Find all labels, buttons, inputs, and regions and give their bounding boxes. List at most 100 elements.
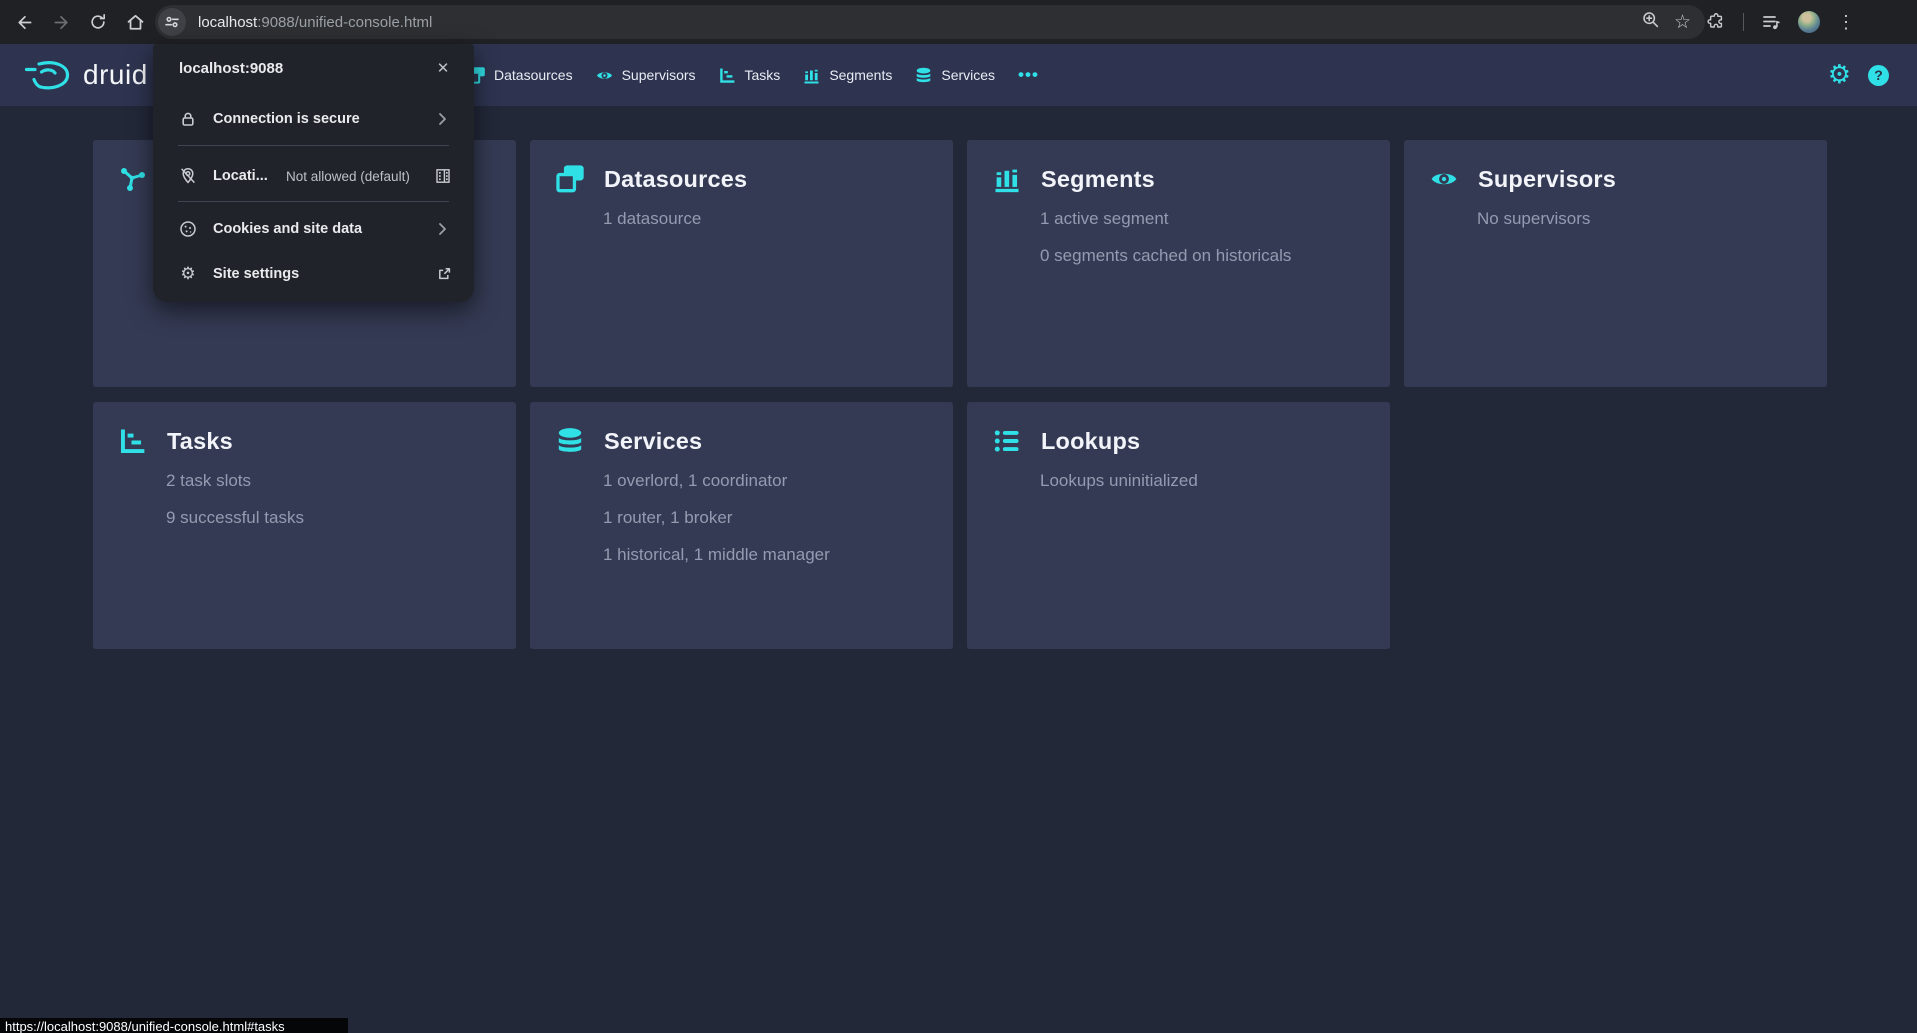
- nav-label: Datasources: [494, 67, 573, 83]
- cookie-icon: [179, 220, 197, 238]
- zoom-button[interactable]: [1641, 10, 1660, 34]
- nav-item-tasks[interactable]: Tasks: [719, 67, 781, 84]
- status-icon: [119, 165, 147, 193]
- lock-icon: [179, 110, 197, 128]
- help-button[interactable]: ?: [1868, 65, 1889, 86]
- browser-toolbar: localhost:9088/unified-console.html ☆ ⋮: [0, 0, 1917, 44]
- nav-item-segments[interactable]: Segments: [803, 67, 892, 84]
- nav-item-datasources[interactable]: Datasources: [468, 67, 573, 84]
- nav-item-supervisors[interactable]: Supervisors: [596, 67, 696, 84]
- supervisors-icon: [596, 67, 613, 84]
- nav-label: Supervisors: [622, 67, 696, 83]
- card-stat: 1 datasource: [603, 209, 927, 229]
- tune-icon: [164, 14, 180, 30]
- popup-divider: [178, 201, 449, 202]
- card-stat: 1 historical, 1 middle manager: [603, 545, 927, 565]
- card-segments[interactable]: Segments 1 active segment 0 segments cac…: [967, 140, 1390, 387]
- chevron-right-icon: [438, 222, 448, 236]
- card-datasources[interactable]: Datasources 1 datasource: [530, 140, 953, 387]
- gear-icon: ⚙: [179, 266, 197, 283]
- supervisors-icon: [1430, 165, 1458, 193]
- druid-logo-icon: [24, 59, 70, 91]
- site-info-button[interactable]: [158, 8, 186, 36]
- more-icon: •••: [1018, 65, 1039, 84]
- card-stat: 1 router, 1 broker: [603, 508, 927, 528]
- main-nav: Datasources Supervisors Tasks Segments S…: [468, 44, 1039, 106]
- card-lookups[interactable]: Lookups Lookups uninitialized: [967, 402, 1390, 649]
- location-off-icon: [179, 167, 197, 185]
- site-settings-row[interactable]: ⚙ Site settings: [179, 260, 452, 288]
- card-title: Supervisors: [1478, 166, 1616, 193]
- home-button[interactable]: [118, 5, 152, 39]
- home-icon: [125, 12, 146, 33]
- gear-icon: ⚙: [1828, 60, 1851, 90]
- nav-more-button[interactable]: •••: [1018, 65, 1039, 85]
- media-playlist-icon: [1761, 12, 1781, 32]
- media-controls-button[interactable]: [1757, 5, 1785, 39]
- popup-divider: [178, 145, 449, 146]
- connection-secure-row[interactable]: Connection is secure: [179, 105, 452, 133]
- cookies-label: Cookies and site data: [213, 221, 362, 237]
- card-title: Services: [604, 428, 702, 455]
- services-icon: [915, 67, 932, 84]
- url-host: localhost: [198, 14, 257, 31]
- address-bar[interactable]: localhost:9088/unified-console.html ☆: [155, 5, 1705, 39]
- location-status: Not allowed (default): [286, 169, 410, 184]
- profile-avatar[interactable]: [1798, 11, 1820, 33]
- card-stat: No supervisors: [1477, 209, 1801, 229]
- site-settings-label: Site settings: [213, 266, 299, 282]
- kebab-menu-icon: ⋮: [1837, 13, 1855, 31]
- lookups-icon: [993, 427, 1021, 455]
- reload-icon: [88, 12, 108, 32]
- card-stat: 1 active segment: [1040, 209, 1364, 229]
- help-icon: ?: [1874, 68, 1883, 82]
- url-path: :9088/unified-console.html: [257, 14, 432, 31]
- druid-logo[interactable]: druid: [24, 44, 148, 106]
- close-icon: ✕: [437, 59, 450, 77]
- card-stat: 9 successful tasks: [166, 508, 490, 528]
- brand-name: druid: [83, 59, 148, 91]
- nav-label: Tasks: [745, 67, 781, 83]
- location-label: Locati...: [213, 168, 268, 184]
- tasks-icon: [119, 427, 147, 455]
- card-title: Segments: [1041, 166, 1155, 193]
- card-stat: 2 task slots: [166, 471, 490, 491]
- toolbar-separator: [1743, 13, 1744, 31]
- connection-secure-label: Connection is secure: [213, 111, 360, 127]
- segments-icon: [803, 67, 820, 84]
- forward-icon: [51, 12, 72, 33]
- browser-menu-button[interactable]: ⋮: [1833, 5, 1859, 39]
- tasks-icon: [719, 67, 736, 84]
- managed-building-icon: [434, 167, 452, 185]
- card-supervisors[interactable]: Supervisors No supervisors: [1404, 140, 1827, 387]
- card-stat: 1 overlord, 1 coordinator: [603, 471, 927, 491]
- nav-label: Segments: [829, 67, 892, 83]
- external-link-icon: [436, 266, 452, 282]
- popup-title: localhost:9088: [179, 60, 283, 77]
- settings-button[interactable]: ⚙: [1828, 62, 1851, 88]
- reload-button[interactable]: [81, 5, 115, 39]
- card-stat: Lookups uninitialized: [1040, 471, 1364, 491]
- puzzle-icon: [1706, 12, 1726, 32]
- segments-icon: [993, 165, 1021, 193]
- site-info-popup: localhost:9088 ✕ Connection is secure Lo…: [153, 44, 474, 302]
- nav-label: Services: [941, 67, 995, 83]
- services-icon: [556, 427, 584, 455]
- popup-close-button[interactable]: ✕: [432, 57, 454, 79]
- back-button[interactable]: [7, 5, 41, 39]
- card-title: Lookups: [1041, 428, 1140, 455]
- card-services[interactable]: Services 1 overlord, 1 coordinator 1 rou…: [530, 402, 953, 649]
- url-text: localhost:9088/unified-console.html: [198, 14, 432, 31]
- location-permission-row[interactable]: Locati... Not allowed (default): [179, 160, 452, 192]
- back-icon: [14, 12, 35, 33]
- extensions-button[interactable]: [1702, 5, 1730, 39]
- nav-item-services[interactable]: Services: [915, 67, 995, 84]
- status-bar-link: https://localhost:9088/unified-console.h…: [0, 1018, 348, 1033]
- card-tasks[interactable]: Tasks 2 task slots 9 successful tasks: [93, 402, 516, 649]
- star-icon: ☆: [1674, 13, 1691, 32]
- bookmark-star-button[interactable]: ☆: [1674, 13, 1691, 32]
- datasources-icon: [556, 165, 584, 193]
- zoom-icon: [1641, 10, 1660, 29]
- forward-button[interactable]: [44, 5, 78, 39]
- cookies-row[interactable]: Cookies and site data: [179, 215, 452, 243]
